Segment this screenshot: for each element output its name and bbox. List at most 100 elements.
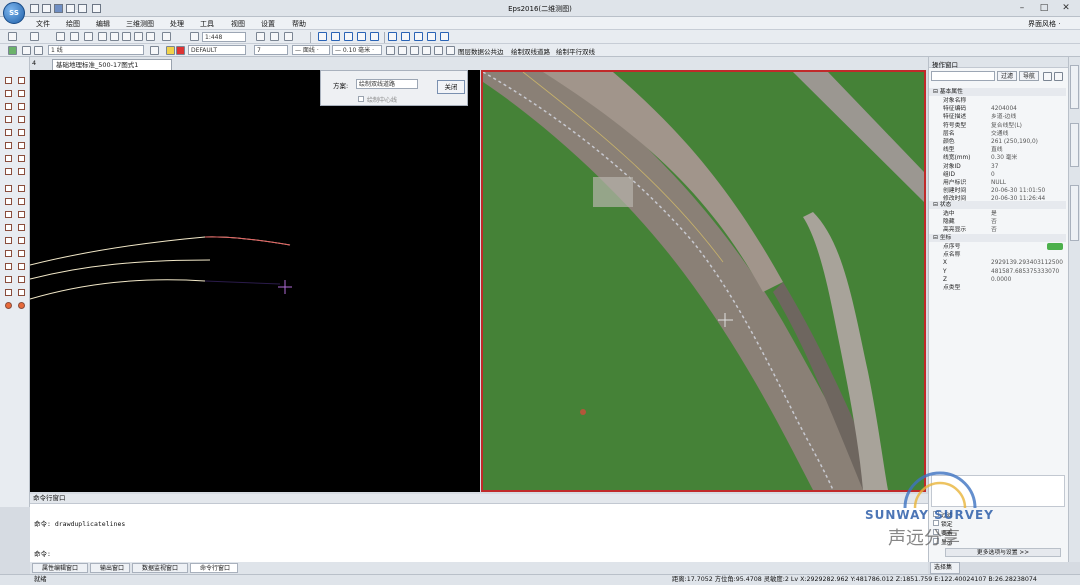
layers-icon[interactable] — [446, 46, 455, 55]
rotate-icon[interactable] — [70, 32, 79, 41]
edit-5-icon[interactable] — [440, 32, 449, 41]
coord-property-row[interactable]: 点序号 — [929, 243, 1066, 251]
coord-property-row[interactable]: 点名称 — [929, 251, 1066, 259]
state-property-row[interactable]: 选中 是 — [929, 210, 1066, 218]
redo-icon[interactable] — [30, 32, 39, 41]
menu-draw[interactable]: 绘图 — [66, 19, 80, 29]
edit-tool-16-icon[interactable] — [18, 276, 25, 283]
command-line-2[interactable]: 命令: — [34, 548, 51, 558]
add-point-icon[interactable] — [1047, 243, 1063, 250]
menu-edit[interactable]: 编辑 — [96, 19, 110, 29]
interface-style-menu[interactable]: 界面风格 · — [1028, 19, 1060, 29]
tab-output[interactable]: 输出窗口 — [90, 563, 130, 573]
basic-property-row[interactable]: 对象名称 — [929, 97, 1066, 105]
more-settings-button[interactable]: 更多选项与设置 >> — [945, 548, 1061, 557]
printer-icon[interactable] — [92, 4, 101, 13]
draw-tool-5-icon[interactable] — [5, 103, 12, 110]
tab-selection-set[interactable]: 选择集 — [930, 562, 960, 574]
linewidth-dropdown[interactable]: — 0.10 毫米 · — [332, 45, 382, 55]
open-file-icon[interactable] — [42, 4, 51, 13]
scale-dropdown[interactable]: 1:448 — [202, 32, 246, 42]
attr-icon[interactable] — [386, 46, 395, 55]
screen-icon[interactable] — [434, 46, 443, 55]
snap-3-icon[interactable] — [344, 32, 353, 41]
side-tab-2[interactable] — [1070, 123, 1079, 167]
map-canvas[interactable] — [29, 70, 480, 492]
edit-tool-8-icon[interactable] — [18, 224, 25, 231]
brush-icon[interactable] — [410, 46, 419, 55]
basic-property-row[interactable]: 颜色 261 (250,190,0) — [929, 138, 1066, 146]
basic-property-row[interactable]: 特征描述 乡道-边线 — [929, 113, 1066, 121]
refresh-icon[interactable] — [146, 32, 155, 41]
edit-tool-3-icon[interactable] — [5, 198, 12, 205]
layer-name-dropdown[interactable]: DEFAULT — [188, 45, 246, 55]
zoom-out-icon[interactable] — [110, 32, 119, 41]
view-icon[interactable] — [162, 32, 171, 41]
close-dialog-button[interactable]: 关闭 — [437, 80, 465, 94]
new-file-icon[interactable] — [30, 4, 39, 13]
draw-tool-9-icon[interactable] — [5, 129, 12, 136]
draw-tool-4-icon[interactable] — [18, 90, 25, 97]
tab-map-document[interactable]: 基础地理标准_500-17图式1 — [52, 59, 172, 70]
maximize-button[interactable]: □ — [1036, 1, 1052, 15]
linetype-dropdown[interactable]: — 面线 · — [292, 45, 330, 55]
command-window[interactable] — [30, 494, 928, 562]
filter-button[interactable]: 过滤 — [997, 71, 1017, 81]
menu-tools[interactable]: 工具 — [200, 19, 214, 29]
basic-property-row[interactable]: 线型 直线 — [929, 146, 1066, 154]
edit-tool-19-icon[interactable] — [5, 302, 12, 309]
search-icon[interactable] — [34, 46, 43, 55]
edit-tool-11-icon[interactable] — [5, 250, 12, 257]
save-icon[interactable] — [54, 4, 63, 13]
edit-4-icon[interactable] — [427, 32, 436, 41]
tool-icon[interactable] — [256, 32, 265, 41]
basic-property-row[interactable]: 层名 交通线 — [929, 130, 1066, 138]
tab-command-window[interactable]: 命令行窗口 — [190, 563, 238, 573]
section-basic[interactable]: ⊟ 基本属性 — [929, 88, 1066, 97]
edit-tool-13-icon[interactable] — [5, 263, 12, 270]
draw-tool-15-icon[interactable] — [5, 168, 12, 175]
draw-tool-16-icon[interactable] — [18, 168, 25, 175]
basic-property-row[interactable]: 用户标识 NULL — [929, 179, 1066, 187]
snap-5-icon[interactable] — [370, 32, 379, 41]
edit-tool-2-icon[interactable] — [18, 185, 25, 192]
hand-icon[interactable] — [84, 32, 93, 41]
layer-manager-icon[interactable] — [8, 46, 17, 55]
edit-2-icon[interactable] — [401, 32, 410, 41]
snap-2-icon[interactable] — [331, 32, 340, 41]
draw-tool-3-icon[interactable] — [5, 90, 12, 97]
tool-common-edge[interactable]: 图层数据公共边 — [458, 46, 504, 56]
state-property-row[interactable]: 隐藏 否 — [929, 218, 1066, 226]
draw-tool-12-icon[interactable] — [18, 142, 25, 149]
edit-tool-10-icon[interactable] — [18, 237, 25, 244]
edit-tool-15-icon[interactable] — [5, 276, 12, 283]
side-tab-1[interactable] — [1070, 65, 1079, 109]
draw-tool-1-icon[interactable] — [5, 77, 12, 84]
basic-property-row[interactable]: 组ID 0 — [929, 171, 1066, 179]
crop-icon[interactable] — [284, 32, 293, 41]
basic-property-row[interactable]: 符号类型 复合线型(L) — [929, 122, 1066, 130]
edit-tool-20-icon[interactable] — [18, 302, 25, 309]
text-tool-icon[interactable] — [5, 155, 12, 162]
menu-process[interactable]: 处理 — [170, 19, 184, 29]
tool-double-road[interactable]: 绘制双线道路 — [511, 46, 550, 56]
bulb-icon[interactable] — [166, 46, 175, 55]
edit-tool-1-icon[interactable] — [5, 185, 12, 192]
object-filter-dropdown[interactable] — [931, 71, 995, 81]
basic-property-row[interactable]: 特征编码 4204004 — [929, 105, 1066, 113]
zoom-extents-icon[interactable] — [134, 32, 143, 41]
snap-4-icon[interactable] — [357, 32, 366, 41]
layer-count-dropdown[interactable]: 1 线 — [48, 45, 144, 55]
menu-help[interactable]: 帮助 — [292, 19, 306, 29]
draw-tool-8-icon[interactable] — [18, 116, 25, 123]
layer-state-icon[interactable] — [150, 46, 159, 55]
basic-property-row[interactable]: 修改时间 20-06-30 11:26:44 — [929, 195, 1066, 203]
menu-file[interactable]: 文件 — [36, 19, 50, 29]
edit-tool-17-icon[interactable] — [5, 289, 12, 296]
section-coords[interactable]: ⊟ 坐标 — [929, 234, 1066, 243]
zoom-in-icon[interactable] — [98, 32, 107, 41]
snap-1-icon[interactable] — [318, 32, 327, 41]
draw-tool-14-icon[interactable] — [18, 155, 25, 162]
menu-view[interactable]: 视图 — [231, 19, 245, 29]
code-icon[interactable] — [22, 46, 31, 55]
